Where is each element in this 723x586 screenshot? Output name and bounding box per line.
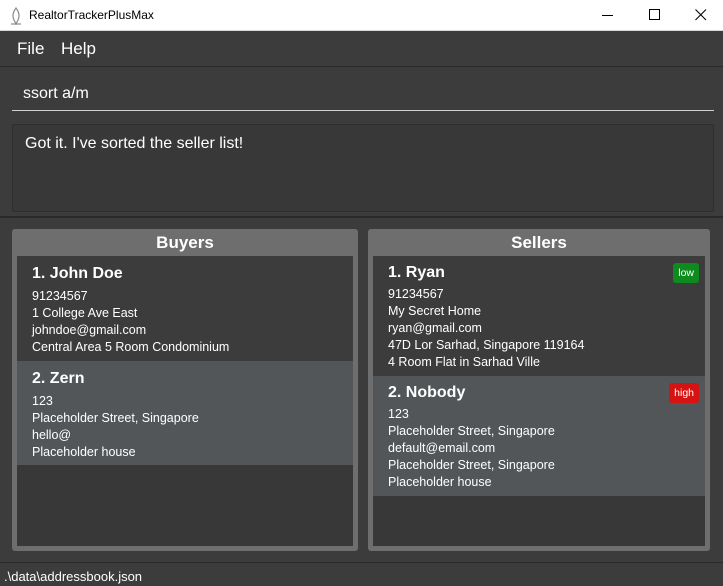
minimize-button[interactable] <box>585 0 631 31</box>
seller-phone: 123 <box>388 407 409 421</box>
buyers-header: Buyers <box>156 233 214 252</box>
app-icon <box>8 6 24 26</box>
buyer-card[interactable]: 2. Zern 123 Placeholder Street, Singapor… <box>17 361 353 465</box>
maximize-icon <box>649 9 660 20</box>
close-icon <box>695 9 707 21</box>
close-button[interactable] <box>678 0 723 31</box>
window-title: RealtorTrackerPlusMax <box>29 8 154 22</box>
buyer-card[interactable]: 1. John Doe 91234567 1 College Ave East … <box>17 256 353 361</box>
seller-property-address: 47D Lor Sarhad, Singapore 119164 <box>388 338 585 352</box>
sellers-panel: Sellers 1. Ryan low 91234567 My Secret H… <box>368 229 710 551</box>
seller-email: default@email.com <box>388 441 496 455</box>
seller-email: ryan@gmail.com <box>388 321 482 335</box>
seller-name: 2. Nobody <box>388 384 466 401</box>
buyer-phone: 91234567 <box>32 289 88 303</box>
buyer-info: Placeholder house <box>32 445 136 459</box>
buyers-panel: Buyers 1. John Doe 91234567 1 College Av… <box>12 229 358 551</box>
seller-property-address: Placeholder Street, Singapore <box>388 458 555 472</box>
menu-bar: File Help <box>0 31 723 67</box>
sellers-list[interactable]: 1. Ryan low 91234567 My Secret Home ryan… <box>373 256 705 546</box>
sellers-header: Sellers <box>511 233 567 252</box>
list-panels: Buyers 1. John Doe 91234567 1 College Av… <box>0 220 723 562</box>
buyer-name: 1. John Doe <box>32 265 123 282</box>
buyer-phone: 123 <box>32 394 53 408</box>
seller-info: 4 Room Flat in Sarhad Ville <box>388 355 540 369</box>
seller-card[interactable]: 1. Ryan low 91234567 My Secret Home ryan… <box>373 256 705 376</box>
menu-file[interactable]: File <box>17 39 44 59</box>
result-display: Got it. I've sorted the seller list! <box>12 124 714 212</box>
maximize-button[interactable] <box>632 0 678 31</box>
result-display-area: Got it. I've sorted the seller list! <box>0 118 723 218</box>
seller-phone: 91234567 <box>388 287 444 301</box>
buyer-email: johndoe@gmail.com <box>32 323 147 337</box>
save-location: .\data\addressbook.json <box>4 569 143 584</box>
seller-card[interactable]: 2. Nobody high 123 Placeholder Street, S… <box>373 376 705 496</box>
command-input[interactable] <box>12 78 714 111</box>
buyer-address: Placeholder Street, Singapore <box>32 411 199 425</box>
seller-address: Placeholder Street, Singapore <box>388 424 555 438</box>
status-bar: .\data\addressbook.json <box>0 562 723 586</box>
result-message: Got it. I've sorted the seller list! <box>25 135 244 152</box>
priority-tag-high: high <box>669 383 699 403</box>
buyer-address: 1 College Ave East <box>32 306 138 320</box>
seller-info: Placeholder house <box>388 475 492 489</box>
buyer-info: Central Area 5 Room Condominium <box>32 340 230 354</box>
buyer-email: hello@ <box>32 428 72 442</box>
menu-help[interactable]: Help <box>61 39 96 59</box>
seller-address: My Secret Home <box>388 304 482 318</box>
title-bar: RealtorTrackerPlusMax <box>0 0 723 31</box>
seller-name: 1. Ryan <box>388 264 445 281</box>
buyers-list[interactable]: 1. John Doe 91234567 1 College Ave East … <box>17 256 353 546</box>
command-box <box>0 68 723 118</box>
priority-tag-low: low <box>673 263 699 283</box>
minimize-icon <box>602 15 613 16</box>
buyer-name: 2. Zern <box>32 370 85 387</box>
